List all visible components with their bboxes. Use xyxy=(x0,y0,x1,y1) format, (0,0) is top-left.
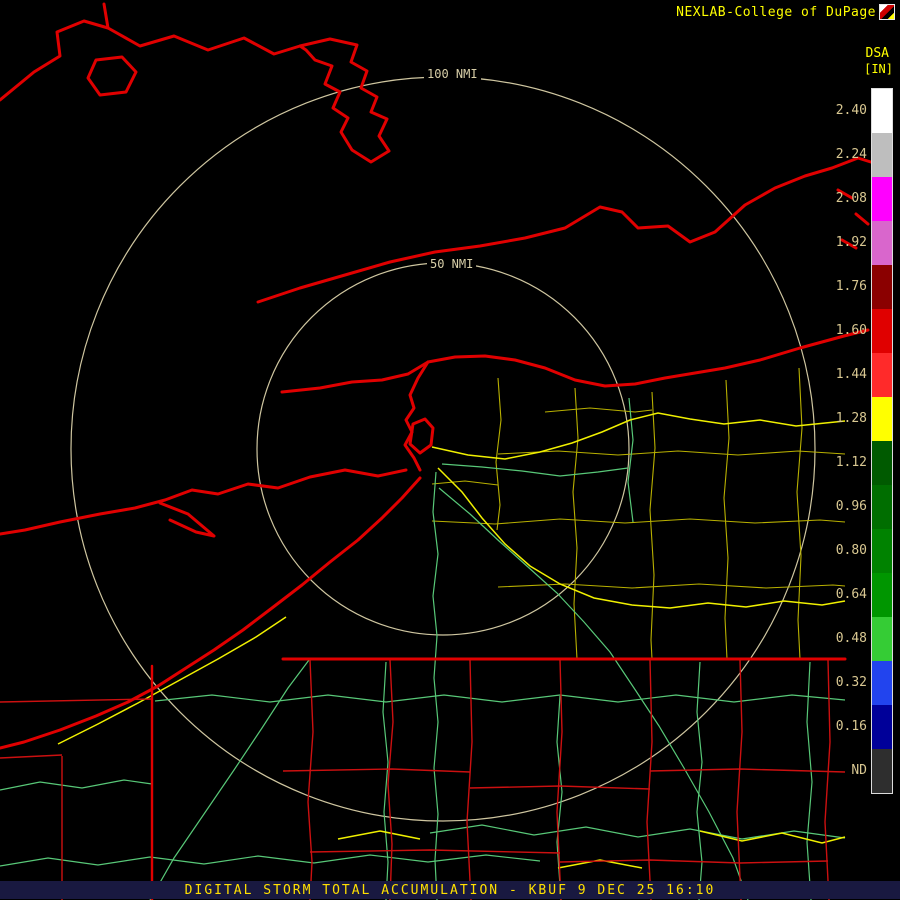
roads-yellow xyxy=(57,412,846,869)
legend-swatch xyxy=(872,89,892,133)
product-code-label: DSA xyxy=(865,46,889,61)
legend-value: 1.76 xyxy=(835,278,867,294)
legend-swatch xyxy=(872,221,892,265)
legend-swatch xyxy=(872,265,892,309)
legend-value: 1.12 xyxy=(835,454,867,470)
legend-swatch xyxy=(872,133,892,177)
range-ring-label-100: 100 NMI xyxy=(424,67,481,81)
legend-swatch xyxy=(872,573,892,617)
legend-swatch xyxy=(872,309,892,353)
legend-labels: 2.40 2.24 2.08 1.92 1.76 1.60 1.44 1.28 1.12 0.96… xyxy=(821,88,867,792)
legend-value: 1.60 xyxy=(835,322,867,338)
legend-value: 2.40 xyxy=(835,102,867,118)
roads-green xyxy=(0,397,846,900)
legend-swatch xyxy=(872,617,892,661)
radar-map xyxy=(0,2,876,900)
radar-screen: 100 NMI 50 NMI NEXLAB-College of DuPage … xyxy=(0,0,900,900)
legend-swatch xyxy=(872,397,892,441)
state-borders xyxy=(0,2,876,900)
legend-swatch xyxy=(872,177,892,221)
legend-value: 0.32 xyxy=(835,674,867,690)
legend-swatch xyxy=(872,705,892,749)
legend-color-bar xyxy=(871,88,893,794)
legend-swatch xyxy=(872,353,892,397)
legend-value: 0.48 xyxy=(835,630,867,646)
cod-logo-icon xyxy=(879,4,895,20)
product-units-label: [IN] xyxy=(864,62,893,76)
legend-swatch xyxy=(872,529,892,573)
legend-swatch xyxy=(872,441,892,485)
legend-value: ND xyxy=(851,762,867,778)
legend-value: 1.44 xyxy=(835,366,867,382)
legend-value: 0.96 xyxy=(835,498,867,514)
legend-value: 2.08 xyxy=(835,190,867,206)
legend-swatch xyxy=(872,661,892,705)
legend-value: 0.80 xyxy=(835,542,867,558)
product-title: DIGITAL STORM TOTAL ACCUMULATION - KBUF … xyxy=(184,882,716,898)
status-bar: DIGITAL STORM TOTAL ACCUMULATION - KBUF … xyxy=(0,881,900,899)
range-ring-label-50: 50 NMI xyxy=(427,257,477,271)
legend-value: 1.28 xyxy=(835,410,867,426)
legend-value: 2.24 xyxy=(835,146,867,162)
legend-value: 0.64 xyxy=(835,586,867,602)
legend-value: 1.92 xyxy=(835,234,867,250)
legend-swatch xyxy=(872,485,892,529)
brand-text: NEXLAB-College of DuPage xyxy=(676,5,876,20)
legend-value: 0.16 xyxy=(835,718,867,734)
county-lines-yellow xyxy=(431,367,846,660)
legend-swatch xyxy=(872,749,892,793)
